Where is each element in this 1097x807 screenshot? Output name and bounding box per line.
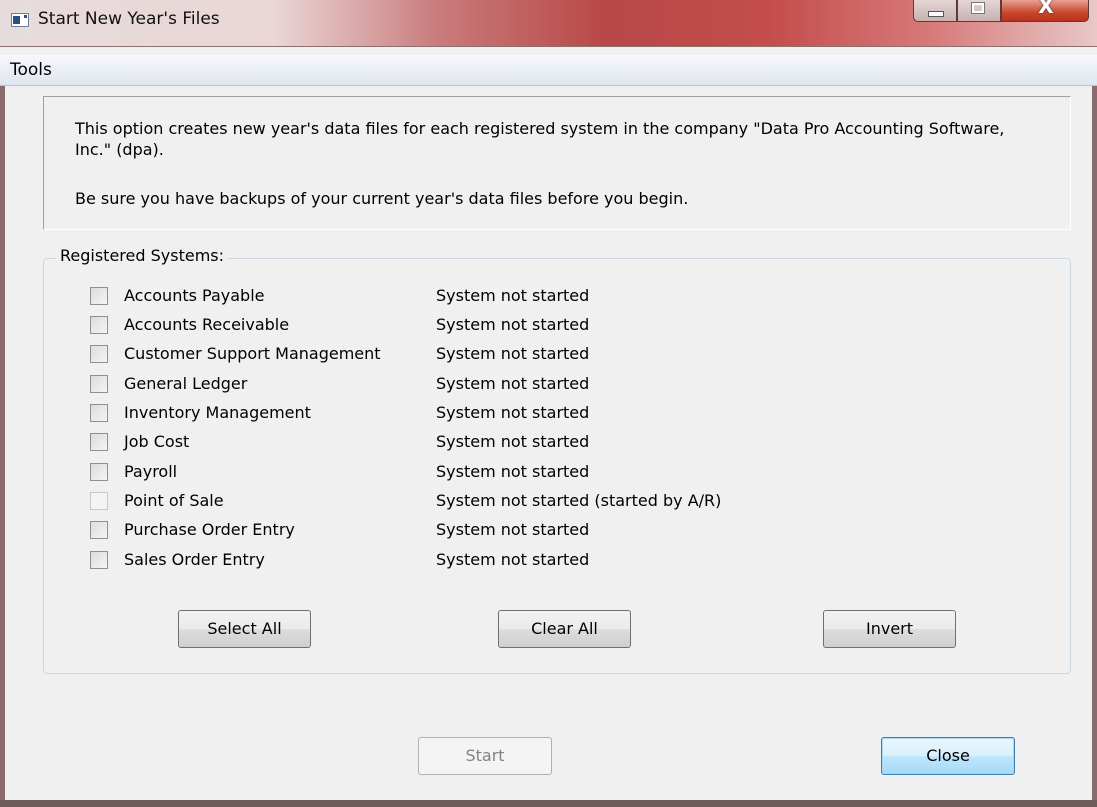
select-all-button[interactable]: Select All xyxy=(178,610,311,648)
system-row-payroll: Payroll System not started xyxy=(90,459,790,483)
info-panel: This option creates new year's data file… xyxy=(43,96,1071,230)
system-name: Payroll xyxy=(124,462,178,481)
system-row-general-ledger: General Ledger System not started xyxy=(90,371,790,395)
system-name: Customer Support Management xyxy=(124,344,381,363)
system-status: System not started xyxy=(436,550,590,569)
system-row-customer-support-management: Customer Support Management System not s… xyxy=(90,341,790,365)
system-status: System not started xyxy=(436,286,590,305)
registered-systems-label: Registered Systems: xyxy=(56,246,228,265)
close-window-button[interactable]: X xyxy=(1001,0,1089,22)
close-button[interactable]: Close xyxy=(881,737,1015,775)
maximize-button[interactable] xyxy=(957,0,1001,22)
system-name: Purchase Order Entry xyxy=(124,520,295,539)
system-status: System not started xyxy=(436,520,590,539)
maximize-icon xyxy=(971,2,985,14)
clear-all-button[interactable]: Clear All xyxy=(498,610,631,648)
info-backup-warning: Be sure you have backups of your current… xyxy=(75,189,689,208)
system-checkbox-customer-support-management[interactable] xyxy=(90,345,108,363)
menu-tools[interactable]: Tools xyxy=(10,60,52,80)
system-status: System not started xyxy=(436,462,590,481)
system-checkbox-job-cost[interactable] xyxy=(90,433,108,451)
system-name: Inventory Management xyxy=(124,403,311,422)
system-name: Sales Order Entry xyxy=(124,550,265,569)
system-name: Job Cost xyxy=(124,432,190,451)
menu-bar: Tools xyxy=(0,55,1097,86)
close-icon: X xyxy=(1038,0,1054,18)
system-name: Point of Sale xyxy=(124,491,224,510)
system-checkbox-purchase-order-entry[interactable] xyxy=(90,521,108,539)
app-icon[interactable] xyxy=(11,13,29,27)
system-checkbox-payroll[interactable] xyxy=(90,463,108,481)
system-name: General Ledger xyxy=(124,374,248,393)
system-row-accounts-payable: Accounts Payable System not started xyxy=(90,283,790,307)
system-status: System not started xyxy=(436,432,590,451)
start-button: Start xyxy=(418,737,552,775)
system-status: System not started xyxy=(436,315,590,334)
info-description: This option creates new year's data file… xyxy=(75,119,1005,159)
system-row-purchase-order-entry: Purchase Order Entry System not started xyxy=(90,517,790,541)
title-bar[interactable]: Start New Year's Files X xyxy=(0,0,1097,47)
system-name: Accounts Payable xyxy=(124,286,265,305)
system-row-accounts-receivable: Accounts Receivable System not started xyxy=(90,312,790,336)
window-frame-bottom xyxy=(0,800,1097,807)
system-checkbox-general-ledger[interactable] xyxy=(90,375,108,393)
minimize-button[interactable] xyxy=(913,0,957,22)
minimize-icon xyxy=(928,11,944,17)
system-checkbox-accounts-payable[interactable] xyxy=(90,287,108,305)
system-status: System not started (started by A/R) xyxy=(436,491,722,510)
start-new-years-files-window: Start New Year's Files X Tools This opti… xyxy=(0,0,1097,807)
system-status: System not started xyxy=(436,344,590,363)
system-checkbox-point-of-sale xyxy=(90,492,108,510)
window-frame-left xyxy=(0,86,5,807)
system-row-inventory-management: Inventory Management System not started xyxy=(90,400,790,424)
system-checkbox-inventory-management[interactable] xyxy=(90,404,108,422)
window-frame-right xyxy=(1092,86,1097,807)
system-checkbox-sales-order-entry[interactable] xyxy=(90,551,108,569)
window-title: Start New Year's Files xyxy=(38,9,220,29)
system-status: System not started xyxy=(436,374,590,393)
invert-button[interactable]: Invert xyxy=(823,610,956,648)
system-status: System not started xyxy=(436,403,590,422)
system-row-sales-order-entry: Sales Order Entry System not started xyxy=(90,547,790,571)
system-name: Accounts Receivable xyxy=(124,315,290,334)
system-row-job-cost: Job Cost System not started xyxy=(90,429,790,453)
system-checkbox-accounts-receivable[interactable] xyxy=(90,316,108,334)
system-row-point-of-sale: Point of Sale System not started (starte… xyxy=(90,488,790,512)
